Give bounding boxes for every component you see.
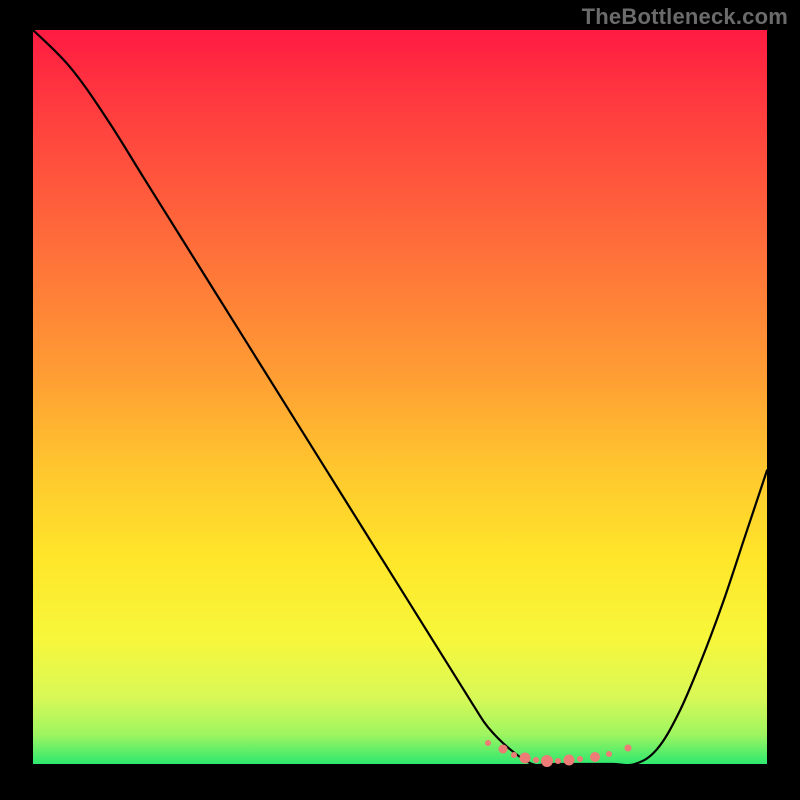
chart-frame: TheBottleneck.com (0, 0, 800, 800)
valley-marker (519, 753, 530, 764)
plot-area (33, 30, 767, 764)
valley-marker (624, 744, 631, 751)
valley-marker (606, 751, 612, 757)
valley-marker (577, 756, 583, 762)
chart-svg (33, 30, 767, 764)
valley-marker (485, 740, 491, 746)
watermark-text: TheBottleneck.com (582, 4, 788, 30)
valley-marker (541, 755, 553, 767)
valley-marker (498, 745, 507, 754)
valley-marker (563, 755, 574, 766)
valley-marker (511, 752, 517, 758)
gradient-background (33, 30, 767, 764)
valley-marker (555, 758, 561, 764)
valley-marker (533, 757, 539, 763)
valley-marker (590, 752, 600, 762)
